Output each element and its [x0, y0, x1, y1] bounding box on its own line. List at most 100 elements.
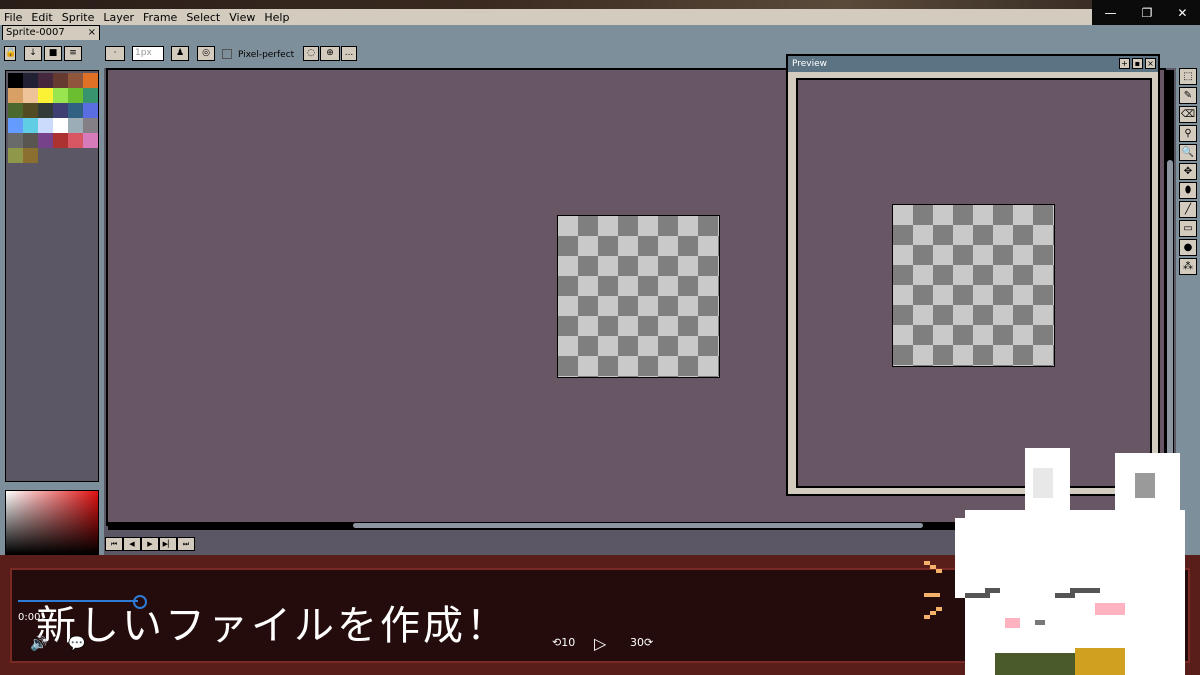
preview-sprite — [892, 204, 1055, 367]
menu-view[interactable]: View — [229, 11, 255, 24]
palette-swatch[interactable] — [83, 118, 98, 133]
palette-swatch[interactable] — [68, 118, 83, 133]
forward-button[interactable]: 30⟳ — [630, 636, 653, 649]
menu-file[interactable]: File — [4, 11, 22, 24]
palette-swatch[interactable] — [53, 88, 68, 103]
ink-icon[interactable]: ♟ — [171, 46, 189, 61]
palette-swatch[interactable] — [23, 73, 38, 88]
blur-icon[interactable]: ● — [1179, 239, 1197, 256]
sprite-canvas[interactable] — [557, 215, 720, 378]
menu-frame[interactable]: Frame — [143, 11, 177, 24]
tab-close-icon[interactable]: × — [88, 26, 96, 39]
rewind-label: 10 — [561, 636, 576, 649]
palette-swatch[interactable] — [83, 103, 98, 118]
time-display: 0:00: — [18, 612, 44, 623]
palette-swatch[interactable] — [8, 73, 23, 88]
maximize-button[interactable]: ❐ — [1142, 6, 1153, 20]
brush-type-icon[interactable]: · — [105, 46, 125, 61]
play-button[interactable]: ▷ — [594, 634, 606, 653]
palette-swatch[interactable] — [8, 103, 23, 118]
captions-icon[interactable]: 💬 — [68, 636, 85, 652]
palette-swatch[interactable] — [53, 118, 68, 133]
palette-swatch[interactable] — [68, 88, 83, 103]
frame-navigation: ⏮ ◀ ▶ ▶▏ ⏭ — [105, 537, 195, 551]
palette-swatch[interactable] — [8, 88, 23, 103]
palette-swatch[interactable] — [83, 88, 98, 103]
brush-size-input[interactable]: 1px — [132, 46, 164, 61]
palette-swatch[interactable] — [38, 133, 53, 148]
list-icon[interactable]: ≡ — [64, 46, 82, 61]
palette-swatch[interactable] — [23, 88, 38, 103]
palette-swatch[interactable] — [8, 118, 23, 133]
menu-help[interactable]: Help — [264, 11, 289, 24]
palette-swatch[interactable] — [8, 133, 23, 148]
menu-select[interactable]: Select — [186, 11, 220, 24]
prev-frame-icon[interactable]: ◀ — [123, 537, 141, 551]
play-animation-icon[interactable]: ▶ — [141, 537, 159, 551]
preview-canvas — [796, 78, 1152, 488]
palette-swatch[interactable] — [38, 103, 53, 118]
last-frame-icon[interactable]: ⏭ — [177, 537, 195, 551]
preview-resize-icon[interactable]: + — [1119, 58, 1130, 69]
pencil-icon[interactable]: ✎ — [1179, 87, 1197, 104]
palette-swatch[interactable] — [38, 118, 53, 133]
fill-icon[interactable]: ⬮ — [1179, 182, 1197, 199]
palette-panel — [0, 68, 104, 555]
eyedropper-icon[interactable]: ⚲ — [1179, 125, 1197, 142]
zoom-icon[interactable]: 🔍 — [1179, 144, 1197, 161]
palette-swatch[interactable] — [8, 148, 23, 163]
palette-swatch[interactable] — [38, 88, 53, 103]
tab-bar: Sprite-0007 × — [0, 25, 1200, 40]
tab-sprite[interactable]: Sprite-0007 × — [2, 25, 100, 40]
down-arrow-icon[interactable]: ↓ — [24, 46, 42, 61]
palette-swatch[interactable] — [53, 133, 68, 148]
progress-bar[interactable] — [18, 600, 138, 602]
palette-swatch[interactable] — [53, 103, 68, 118]
more-options-button[interactable]: ... — [341, 46, 357, 61]
palette-swatch[interactable] — [83, 73, 98, 88]
horizontal-scroll-thumb[interactable] — [353, 523, 923, 528]
palette-swatch[interactable] — [68, 73, 83, 88]
rectangle-icon[interactable]: ▭ — [1179, 220, 1197, 237]
lock-icon[interactable]: 🔒 — [4, 46, 16, 61]
palette-swatch[interactable] — [68, 133, 83, 148]
menu-sprite[interactable]: Sprite — [62, 11, 95, 24]
title-strip — [0, 0, 1200, 9]
preview-close-icon[interactable]: × — [1145, 58, 1156, 69]
palette-swatch[interactable] — [68, 103, 83, 118]
window-controls: — ❐ ✕ — [1092, 0, 1200, 26]
move-icon[interactable]: ✥ — [1179, 163, 1197, 180]
palette-swatch[interactable] — [23, 118, 38, 133]
close-window-button[interactable]: ✕ — [1177, 6, 1187, 20]
symmetry-options-icon[interactable]: ⊕ — [320, 46, 340, 61]
marquee-icon[interactable]: ⬚ — [1179, 68, 1197, 85]
palette-swatch[interactable] — [53, 73, 68, 88]
pressure-icon[interactable]: ◎ — [197, 46, 215, 61]
symmetry-icon[interactable]: ◌ — [303, 46, 319, 61]
menu-layer[interactable]: Layer — [103, 11, 134, 24]
menu-edit[interactable]: Edit — [31, 11, 52, 24]
minimize-button[interactable]: — — [1105, 6, 1117, 20]
palette-swatch[interactable] — [83, 133, 98, 148]
palette-swatch[interactable] — [23, 133, 38, 148]
spray-icon[interactable]: ⁂ — [1179, 258, 1197, 275]
palette-swatch[interactable] — [23, 148, 38, 163]
palette-swatch[interactable] — [38, 73, 53, 88]
preview-maximize-icon[interactable]: ▪ — [1132, 58, 1143, 69]
horizontal-scrollbar[interactable] — [108, 522, 958, 530]
palette-grid — [5, 70, 99, 482]
color-picker[interactable] — [5, 490, 99, 555]
volume-icon[interactable]: 🔊 — [30, 636, 47, 652]
stop-icon[interactable]: ■ — [44, 46, 62, 61]
eraser-icon[interactable]: ⌫ — [1179, 106, 1197, 123]
forward-label: 30 — [630, 636, 644, 649]
next-frame-icon[interactable]: ▶▏ — [159, 537, 177, 551]
first-frame-icon[interactable]: ⏮ — [105, 537, 123, 551]
palette-swatch[interactable] — [23, 103, 38, 118]
line-icon[interactable]: ╱ — [1179, 201, 1197, 218]
progress-knob[interactable] — [133, 595, 147, 609]
sparkle-decoration — [924, 561, 942, 619]
rewind-button[interactable]: ⟲10 — [552, 636, 575, 649]
pixel-perfect-checkbox[interactable] — [222, 49, 232, 59]
pixel-perfect-label: Pixel-perfect — [238, 50, 295, 60]
